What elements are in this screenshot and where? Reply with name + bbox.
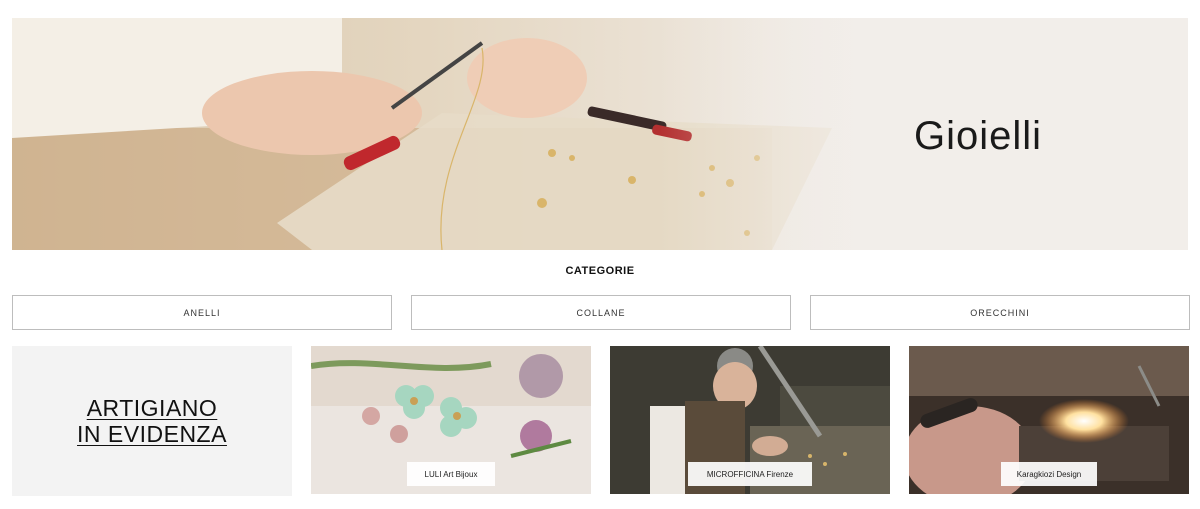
featured-title-line1: ARTIGIANO <box>86 395 218 421</box>
category-button-orecchini[interactable]: ORECCHINI <box>810 295 1190 330</box>
category-label: COLLANE <box>576 307 626 318</box>
artisan-label[interactable]: LULI Art Bijoux <box>407 462 495 486</box>
categories-heading: CATEGORIE <box>565 265 635 277</box>
category-button-anelli[interactable]: ANELLI <box>12 295 392 330</box>
category-button-collane[interactable]: COLLANE <box>411 295 791 330</box>
featured-artisan-box[interactable]: ARTIGIANO IN EVIDENZA <box>12 346 292 496</box>
category-label: ORECCHINI <box>970 307 1030 318</box>
featured-title-line2: IN EVIDENZA <box>77 421 227 447</box>
featured-artisan-title[interactable]: ARTIGIANO IN EVIDENZA <box>77 395 227 447</box>
artisan-label[interactable]: Karagkiozi Design <box>1001 462 1097 486</box>
artisan-tile-microfficina[interactable]: MICROFFICINA Firenze <box>610 346 890 494</box>
hero-banner: Gioielli <box>12 18 1188 250</box>
page-title: Gioielli <box>914 114 1043 158</box>
category-label: ANELLI <box>183 307 221 318</box>
artisan-label[interactable]: MICROFFICINA Firenze <box>688 462 812 486</box>
artisan-tile-karagkiozi[interactable]: Karagkiozi Design <box>909 346 1189 494</box>
artisan-tile-luli[interactable]: LULI Art Bijoux <box>311 346 591 494</box>
